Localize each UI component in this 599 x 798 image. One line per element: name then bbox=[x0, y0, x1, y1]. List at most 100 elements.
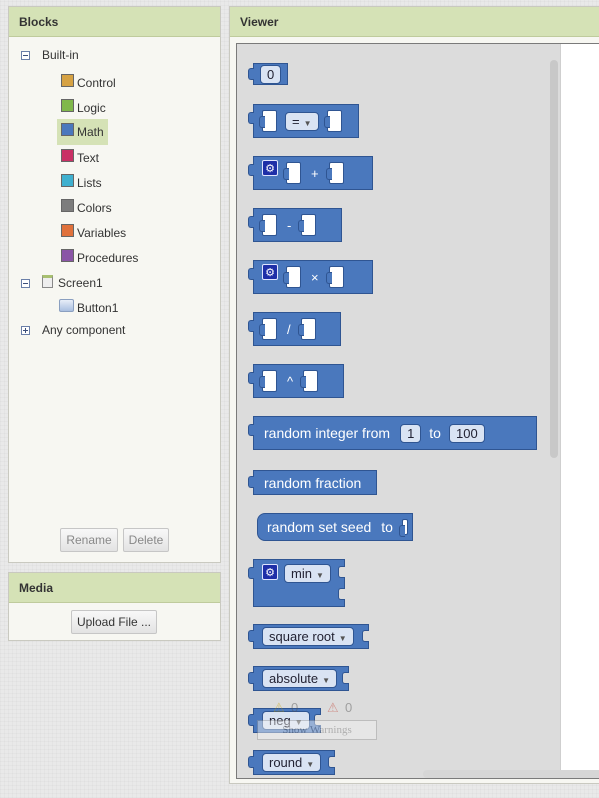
input-notch[interactable] bbox=[338, 588, 345, 600]
math-color-icon bbox=[61, 122, 74, 136]
delete-button[interactable]: Delete bbox=[123, 528, 169, 552]
math-divide-block[interactable]: / bbox=[248, 312, 341, 346]
tree-item-button1[interactable]: Button1 bbox=[59, 298, 118, 318]
math-add-block[interactable]: ⚙ + bbox=[248, 156, 373, 190]
math-power-block[interactable]: ^ bbox=[248, 364, 344, 398]
input-socket[interactable] bbox=[259, 214, 277, 236]
category-variables[interactable]: Variables bbox=[61, 223, 126, 243]
expand-icon[interactable] bbox=[21, 325, 30, 335]
dropdown-caret-icon: ▼ bbox=[303, 118, 312, 128]
rename-button[interactable]: Rename bbox=[60, 528, 118, 552]
input-socket[interactable] bbox=[259, 318, 277, 340]
mutator-gear-icon[interactable]: ⚙ bbox=[262, 160, 278, 176]
input-socket[interactable] bbox=[323, 110, 342, 132]
input-socket[interactable] bbox=[298, 214, 317, 236]
output-tab bbox=[248, 567, 254, 579]
random-seed-label: random set seed bbox=[267, 519, 372, 535]
square-root-block[interactable]: square root ▼ bbox=[248, 624, 369, 649]
category-label: Control bbox=[77, 76, 116, 90]
tree-item-built-in[interactable]: Built-in bbox=[21, 45, 79, 65]
input-notch[interactable] bbox=[328, 756, 335, 768]
output-tab bbox=[248, 68, 254, 80]
min-function-label: min bbox=[291, 566, 312, 581]
input-socket[interactable] bbox=[297, 318, 316, 340]
input-socket[interactable] bbox=[259, 370, 277, 392]
category-colors[interactable]: Colors bbox=[61, 198, 112, 218]
min-function-dropdown[interactable]: min ▼ bbox=[284, 564, 331, 583]
random-to-field[interactable]: 100 bbox=[448, 423, 485, 443]
input-socket[interactable] bbox=[259, 110, 277, 132]
output-tab bbox=[248, 216, 254, 228]
single-function-dropdown[interactable]: square root ▼ bbox=[262, 627, 354, 646]
input-notch[interactable] bbox=[338, 566, 345, 578]
compare-operator-dropdown[interactable]: = ▼ bbox=[285, 111, 319, 131]
subtract-operator: - bbox=[287, 217, 292, 233]
category-logic[interactable]: Logic bbox=[61, 98, 106, 118]
random-set-seed-block[interactable]: random set seed to bbox=[257, 513, 413, 541]
button-component-icon bbox=[59, 298, 74, 312]
category-math[interactable]: Math bbox=[57, 119, 108, 145]
compare-operator-label: = bbox=[292, 113, 300, 129]
flyout-vertical-scrollbar[interactable] bbox=[550, 60, 558, 458]
input-socket[interactable] bbox=[283, 162, 301, 184]
divide-operator: / bbox=[287, 321, 291, 337]
round-block[interactable]: round ▼ bbox=[248, 750, 335, 775]
math-number-block[interactable]: 0 bbox=[248, 63, 289, 85]
output-tab bbox=[248, 714, 254, 726]
random-fraction-block[interactable]: random fraction bbox=[248, 470, 377, 495]
number-field[interactable]: 0 bbox=[260, 64, 282, 84]
upload-file-button[interactable]: Upload File ... bbox=[71, 610, 157, 634]
math-min-block[interactable]: ⚙ min ▼ bbox=[248, 559, 345, 607]
tree-label-built-in: Built-in bbox=[42, 48, 79, 62]
show-warnings-button[interactable]: Show Warnings bbox=[257, 720, 377, 740]
category-label: Text bbox=[77, 151, 100, 165]
input-socket[interactable] bbox=[399, 519, 408, 537]
square-root-label: square root bbox=[269, 629, 335, 644]
round-label: round bbox=[269, 755, 303, 770]
category-lists[interactable]: Lists bbox=[61, 173, 102, 193]
random-from-field[interactable]: 1 bbox=[400, 423, 422, 443]
blocks-workspace[interactable]: 0 = ▼ ⚙ + - ⚙ × / ^ random integer from … bbox=[236, 43, 599, 779]
input-socket[interactable] bbox=[325, 266, 344, 288]
random-integer-block[interactable]: random integer from 1 to 100 bbox=[248, 416, 537, 450]
collapse-icon[interactable] bbox=[21, 50, 30, 60]
dropdown-caret-icon: ▼ bbox=[315, 571, 324, 580]
dropdown-caret-icon: ▼ bbox=[338, 634, 347, 643]
tree-item-screen1[interactable]: Screen1 bbox=[21, 273, 103, 293]
math-compare-block[interactable]: = ▼ bbox=[248, 104, 359, 138]
category-control[interactable]: Control bbox=[61, 73, 116, 93]
input-notch[interactable] bbox=[342, 672, 349, 684]
tree-item-any-component[interactable]: Any component bbox=[21, 320, 125, 340]
category-label: Variables bbox=[77, 226, 127, 240]
math-blocks-flyout: 0 = ▼ ⚙ + - ⚙ × / ^ random integer from … bbox=[237, 44, 561, 778]
math-multiply-block[interactable]: ⚙ × bbox=[248, 260, 373, 294]
category-procedures[interactable]: Procedures bbox=[61, 248, 138, 268]
collapse-icon[interactable] bbox=[21, 278, 30, 288]
power-operator: ^ bbox=[287, 373, 294, 389]
mutator-gear-icon[interactable]: ⚙ bbox=[262, 264, 278, 280]
error-count: 0 bbox=[345, 700, 353, 715]
input-socket[interactable] bbox=[283, 266, 301, 288]
random-seed-to-label: to bbox=[381, 519, 393, 535]
dropdown-caret-icon: ▼ bbox=[306, 760, 315, 769]
random-fraction-label: random fraction bbox=[264, 474, 362, 491]
error-icon: ⚠ bbox=[327, 700, 339, 715]
mutator-gear-icon[interactable]: ⚙ bbox=[262, 564, 278, 580]
output-tab bbox=[248, 424, 254, 436]
single-function-dropdown[interactable]: round ▼ bbox=[262, 753, 322, 772]
output-tab bbox=[248, 372, 254, 384]
input-notch[interactable] bbox=[362, 630, 369, 642]
absolute-block[interactable]: absolute ▼ bbox=[248, 666, 349, 691]
blocks-panel-title: Blocks bbox=[9, 7, 220, 37]
single-function-dropdown[interactable]: absolute ▼ bbox=[262, 669, 338, 688]
math-subtract-block[interactable]: - bbox=[248, 208, 342, 242]
input-socket[interactable] bbox=[325, 162, 344, 184]
random-integer-label: random integer from bbox=[264, 425, 391, 441]
output-tab bbox=[248, 320, 254, 332]
category-label: Math bbox=[77, 125, 104, 139]
input-socket[interactable] bbox=[300, 370, 319, 392]
workspace-horizontal-scrollbar[interactable] bbox=[423, 770, 599, 778]
screen-icon bbox=[42, 274, 53, 288]
category-text[interactable]: Text bbox=[61, 148, 99, 168]
control-color-icon bbox=[61, 73, 74, 87]
